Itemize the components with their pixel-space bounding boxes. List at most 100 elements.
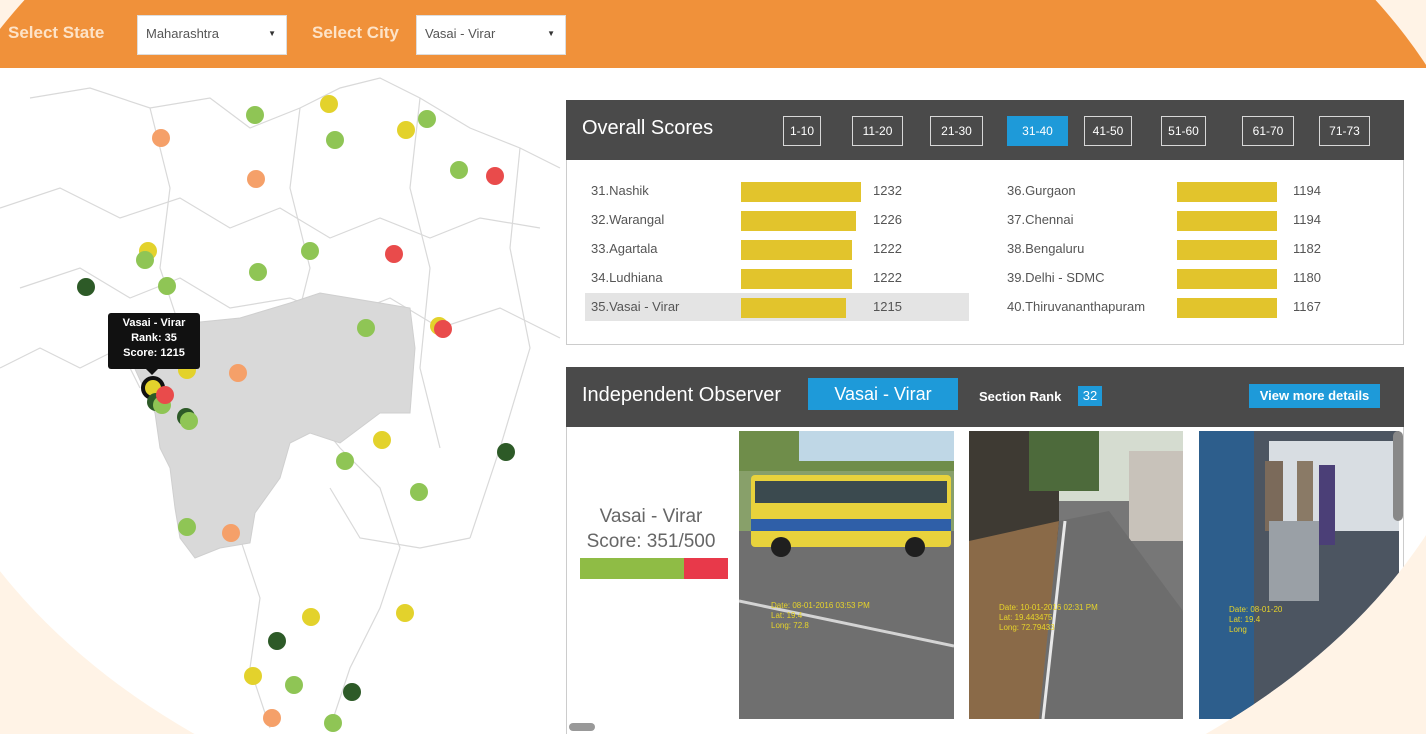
city-marker[interactable] <box>136 251 154 269</box>
observer-photo-2[interactable]: Date: 10-01-2016 02:31 PM Lat: 19.443475… <box>969 431 1183 719</box>
city-marker[interactable] <box>158 277 176 295</box>
photo-3-long: Long <box>1229 625 1247 634</box>
range-button-71-73[interactable]: 71-73 <box>1319 116 1370 146</box>
city-marker[interactable] <box>450 161 468 179</box>
city-marker[interactable] <box>410 483 428 501</box>
city-marker[interactable] <box>497 443 515 461</box>
photo-1-date: Date: 08-01-2016 03:53 PM <box>771 601 870 610</box>
summary-score: Score: 351/500 <box>586 531 716 552</box>
observer-photo-1[interactable]: Date: 08-01-2016 03:53 PM Lat: 19.4 Long… <box>739 431 954 719</box>
photo-2-date: Date: 10-01-2016 02:31 PM <box>999 603 1098 612</box>
city-marker[interactable] <box>373 431 391 449</box>
city-marker[interactable] <box>156 386 174 404</box>
city-marker[interactable] <box>229 364 247 382</box>
observer-city-button[interactable]: Vasai - Virar <box>808 378 958 410</box>
city-select-value: Vasai - Virar <box>425 26 496 41</box>
range-button-61-70[interactable]: 61-70 <box>1242 116 1294 146</box>
city-marker[interactable] <box>396 604 414 622</box>
city-marker[interactable] <box>263 709 281 727</box>
score-row[interactable]: 31.Nashik 1232 <box>585 177 969 205</box>
city-marker[interactable] <box>152 129 170 147</box>
city-marker[interactable] <box>434 320 452 338</box>
chevron-down-icon: ▼ <box>268 29 276 38</box>
city-marker[interactable] <box>249 263 267 281</box>
map-svg <box>0 77 561 732</box>
city-marker[interactable] <box>343 683 361 701</box>
city-marker[interactable] <box>397 121 415 139</box>
city-marker[interactable] <box>324 714 342 732</box>
score-row-name: 35.Vasai - Virar <box>591 299 680 314</box>
photo-2-long: Long: 72.79433 <box>999 623 1055 632</box>
city-marker[interactable] <box>320 95 338 113</box>
city-marker[interactable] <box>246 106 264 124</box>
score-row-value: 1167 <box>1293 299 1321 314</box>
observer-header: Independent Observer Vasai - Virar Secti… <box>566 367 1404 427</box>
city-marker[interactable] <box>285 676 303 694</box>
range-button-41-50[interactable]: 41-50 <box>1084 116 1132 146</box>
range-button-51-60[interactable]: 51-60 <box>1161 116 1206 146</box>
vertical-scrollbar[interactable] <box>1393 431 1403 521</box>
score-bar <box>1177 269 1277 289</box>
score-row[interactable]: 32.Warangal 1226 <box>585 206 969 234</box>
range-button-1-10[interactable]: 1-10 <box>783 116 821 146</box>
range-button-11-20[interactable]: 11-20 <box>852 116 903 146</box>
range-button-31-40[interactable]: 31-40 <box>1007 116 1068 146</box>
range-button-21-30[interactable]: 21-30 <box>930 116 983 146</box>
independent-observer-panel: Independent Observer Vasai - Virar Secti… <box>566 367 1404 734</box>
state-select[interactable]: Maharashtra ▼ <box>137 15 287 55</box>
overall-scores-title: Overall Scores <box>582 117 714 139</box>
tooltip-rank: Rank: 35 <box>131 332 177 344</box>
city-marker[interactable] <box>385 245 403 263</box>
city-marker[interactable] <box>178 518 196 536</box>
score-row-name: 37.Chennai <box>1007 212 1074 227</box>
photo-1-stamp: Date: 08-01-2016 03:53 PM Lat: 19.4 Long… <box>771 601 870 631</box>
score-bar <box>741 298 846 318</box>
observer-title: Independent Observer <box>582 384 782 406</box>
city-marker[interactable] <box>486 167 504 185</box>
score-row-name: 40.Thiruvananthapuram <box>1007 299 1146 314</box>
city-marker[interactable] <box>418 110 436 128</box>
score-row-value: 1232 <box>873 183 902 198</box>
score-row-name: 38.Bengaluru <box>1007 241 1085 256</box>
score-bar-fill <box>580 558 684 579</box>
toilet-block-image <box>1199 431 1399 719</box>
score-row-value: 1180 <box>1293 270 1321 285</box>
photo-3-date: Date: 08-01-20 <box>1229 605 1283 614</box>
india-map[interactable] <box>0 68 570 734</box>
photo-2-lat: Lat: 19.443475 <box>999 613 1053 622</box>
score-row[interactable]: 33.Agartala 1222 <box>585 235 969 263</box>
photo-2-stamp: Date: 10-01-2016 02:31 PM Lat: 19.443475… <box>999 603 1098 633</box>
horizontal-scrollbar[interactable] <box>569 723 595 731</box>
state-label: Select State <box>8 23 105 42</box>
city-marker[interactable] <box>301 242 319 260</box>
score-row[interactable]: 35.Vasai - Virar 1215 <box>585 293 969 321</box>
city-marker[interactable] <box>222 524 240 542</box>
city-marker[interactable] <box>357 319 375 337</box>
score-bar <box>580 558 728 579</box>
city-marker[interactable] <box>268 632 286 650</box>
score-row-value: 1182 <box>1293 241 1321 256</box>
city-marker[interactable] <box>247 170 265 188</box>
city-marker[interactable] <box>77 278 95 296</box>
score-row[interactable]: 36.Gurgaon 1194 <box>1001 177 1391 205</box>
score-row-value: 1222 <box>873 241 902 256</box>
score-row[interactable]: 37.Chennai 1194 <box>1001 206 1391 234</box>
score-bar <box>1177 182 1277 202</box>
city-marker[interactable] <box>244 667 262 685</box>
tooltip-city: Vasai - Virar <box>122 317 186 329</box>
score-row[interactable]: 40.Thiruvananthapuram 1167 <box>1001 293 1391 321</box>
photo-1-long: Long: 72.8 <box>771 621 809 630</box>
score-row[interactable]: 38.Bengaluru 1182 <box>1001 235 1391 263</box>
city-marker[interactable] <box>336 452 354 470</box>
score-row[interactable]: 34.Ludhiana 1222 <box>585 264 969 292</box>
dashboard-frame: Select State Maharashtra ▼ Select City V… <box>0 0 1426 734</box>
city-marker[interactable] <box>302 608 320 626</box>
observer-photo-3[interactable]: Date: 08-01-20 Lat: 19.4 Long <box>1199 431 1399 719</box>
city-marker[interactable] <box>326 131 344 149</box>
view-more-details-button[interactable]: View more details <box>1249 384 1380 408</box>
city-select[interactable]: Vasai - Virar ▼ <box>416 15 566 55</box>
city-marker[interactable] <box>180 412 198 430</box>
score-row-name: 34.Ludhiana <box>591 270 663 285</box>
score-row-name: 32.Warangal <box>591 212 665 227</box>
score-row[interactable]: 39.Delhi - SDMC 1180 <box>1001 264 1391 292</box>
